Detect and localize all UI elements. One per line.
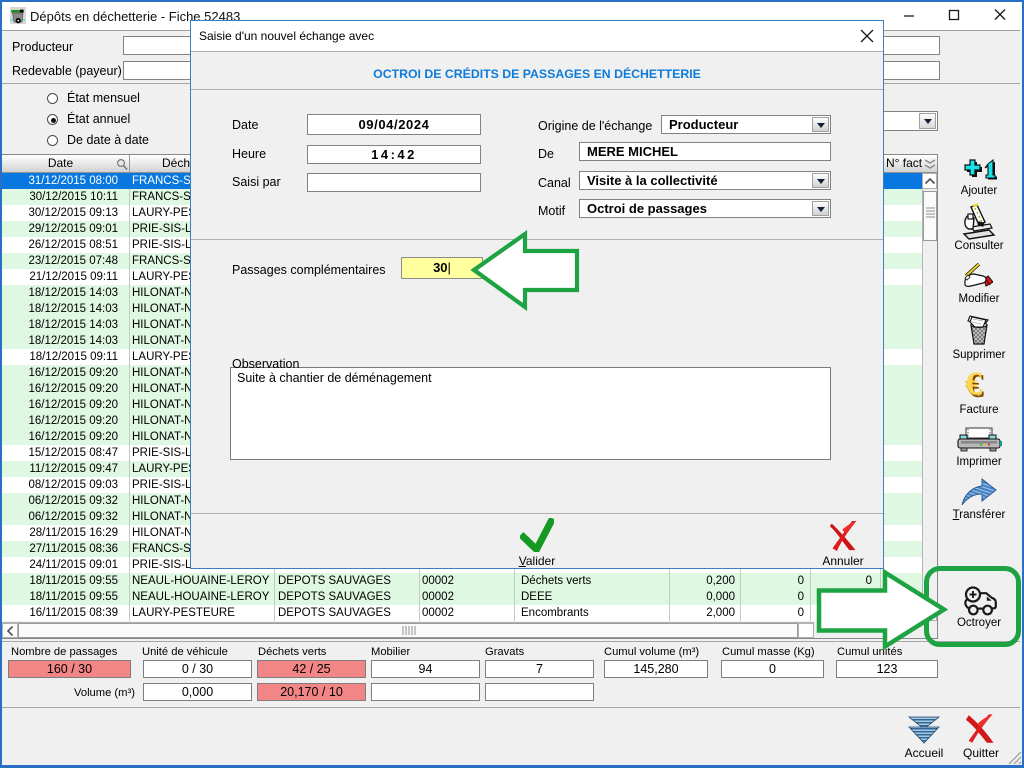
svg-text:€: € — [966, 367, 983, 402]
